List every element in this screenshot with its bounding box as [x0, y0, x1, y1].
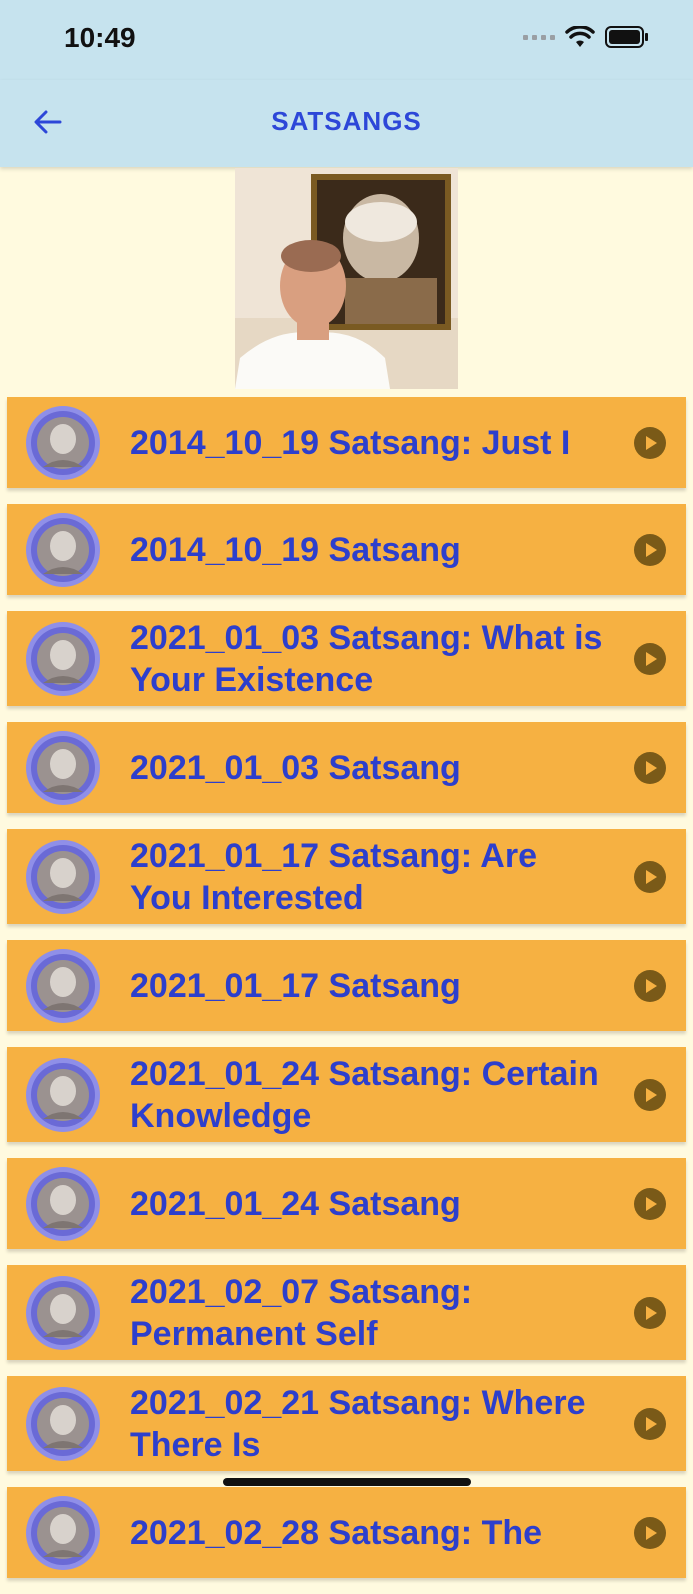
satsang-title: 2021_01_03 Satsang	[130, 748, 461, 787]
status-time: 10:49	[64, 22, 136, 53]
status-icons	[523, 26, 649, 48]
play-icon	[634, 1187, 666, 1220]
list-item[interactable]: 2021_01_24 Satsang	[7, 1158, 686, 1249]
play-icon	[634, 1407, 666, 1440]
ramana-avatar-icon	[26, 948, 100, 1023]
satsang-title: 2021_02_21 Satsang: Where There Is	[130, 1383, 586, 1464]
ramana-avatar-icon	[26, 1166, 100, 1241]
teacher-portrait-image	[235, 168, 458, 389]
page-title: SATSANGS	[271, 106, 422, 136]
satsang-title: 2021_02_07 Satsang: Permanent Self	[130, 1272, 473, 1353]
ramana-avatar-icon	[26, 1495, 100, 1570]
list-item[interactable]: 2021_02_28 Satsang: The	[7, 1487, 686, 1578]
list-item[interactable]: 2021_02_07 Satsang: Permanent Self	[7, 1265, 686, 1360]
satsang-title: 2021_01_03 Satsang: What is Your Existen…	[130, 618, 603, 699]
satsang-title: 2014_10_19 Satsang	[130, 530, 461, 569]
list-item[interactable]: 2021_02_21 Satsang: Where There Is	[7, 1376, 686, 1471]
satsang-title: 2014_10_19 Satsang: Just I	[130, 423, 571, 462]
ramana-avatar-icon	[26, 621, 100, 696]
satsang-title: 2021_02_28 Satsang: The	[130, 1513, 543, 1552]
battery-icon	[605, 26, 648, 48]
play-icon	[634, 751, 666, 784]
play-icon	[634, 969, 666, 1002]
wifi-icon	[565, 26, 595, 47]
play-icon	[634, 642, 666, 675]
play-icon	[634, 1296, 666, 1329]
satsang-title: 2021_01_17 Satsang	[130, 966, 461, 1005]
list-item[interactable]: 2021_01_17 Satsang: Are You Interested	[7, 829, 686, 924]
satsang-list: 2014_10_19 Satsang: Just I 2014_10_19 Sa…	[7, 397, 686, 1594]
ramana-avatar-icon	[26, 730, 100, 805]
ramana-avatar-icon	[26, 839, 100, 914]
play-icon	[634, 860, 666, 893]
satsang-title: 2021_01_17 Satsang: Are You Interested	[130, 836, 538, 917]
status-bar: 10:49	[0, 0, 693, 80]
ramana-avatar-icon	[26, 1275, 100, 1350]
ramana-avatar-icon	[26, 405, 100, 480]
list-item[interactable]: 2014_10_19 Satsang	[7, 504, 686, 595]
list-item[interactable]: 2021_01_03 Satsang	[7, 722, 686, 813]
play-icon	[634, 426, 666, 459]
list-item[interactable]: 2021_01_17 Satsang	[7, 940, 686, 1031]
home-indicator[interactable]	[223, 1478, 471, 1486]
cellular-signal-icon	[523, 34, 555, 40]
play-icon	[634, 533, 666, 566]
play-icon	[634, 1516, 666, 1549]
satsang-title: 2021_01_24 Satsang: Certain Knowledge	[130, 1054, 599, 1135]
navigation-bar: SATSANGS	[0, 80, 693, 167]
list-item[interactable]: 2014_10_19 Satsang: Just I	[7, 397, 686, 488]
list-item[interactable]: 2021_01_24 Satsang: Certain Knowledge	[7, 1047, 686, 1142]
ramana-avatar-icon	[26, 512, 100, 587]
ramana-avatar-icon	[26, 1057, 100, 1132]
play-icon	[634, 1078, 666, 1111]
satsang-title: 2021_01_24 Satsang	[130, 1184, 461, 1223]
list-item[interactable]: 2021_01_03 Satsang: What is Your Existen…	[7, 611, 686, 706]
ramana-avatar-icon	[26, 1386, 100, 1461]
